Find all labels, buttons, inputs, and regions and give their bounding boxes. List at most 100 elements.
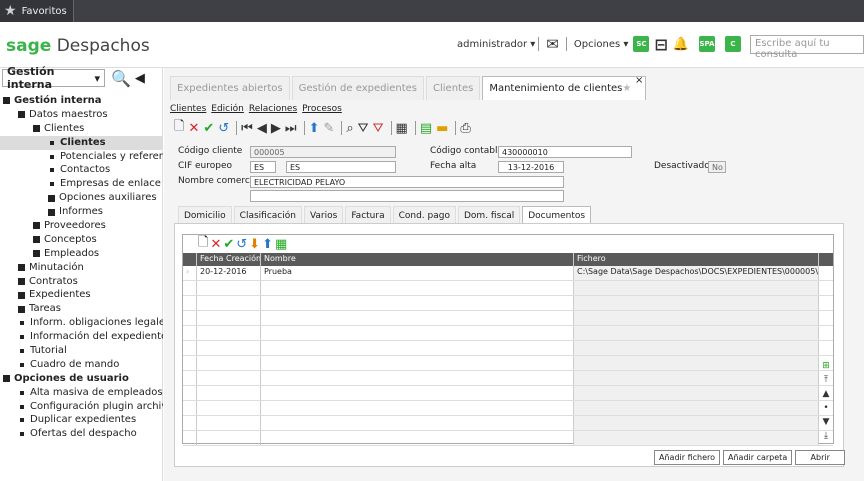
sidebar-item[interactable]: Cuadro de mando	[0, 358, 163, 372]
tab[interactable]: Clientes	[426, 76, 481, 100]
favorites-button[interactable]: ★ Favoritos	[0, 0, 74, 22]
tab[interactable]: Expedientes abiertos	[170, 76, 290, 100]
scroll-dot-icon[interactable]: •	[823, 403, 828, 413]
sidebar-item[interactable]: Potenciales y referencia	[0, 150, 163, 164]
add-row-icon[interactable]: ▤	[420, 121, 432, 136]
empty-row[interactable]	[183, 326, 833, 341]
first-icon[interactable]: ⏮	[241, 121, 253, 136]
cif-country-field[interactable]: ES	[250, 161, 276, 173]
move-up-icon[interactable]: ⬆	[262, 237, 273, 252]
last-icon[interactable]: ⏭	[285, 121, 297, 136]
scroll-down-icon[interactable]: ▼	[823, 417, 830, 427]
nombre-extra-field[interactable]	[250, 190, 564, 202]
document-icon[interactable]: ⊟	[654, 35, 667, 54]
desactivado-field[interactable]: No	[708, 161, 726, 173]
sidebar-item[interactable]: Empleados	[0, 247, 163, 261]
empty-row[interactable]	[183, 431, 833, 446]
menu-item[interactable]: Procesos	[302, 104, 342, 114]
empty-row[interactable]	[183, 296, 833, 311]
menu-item[interactable]: Relaciones	[249, 104, 297, 114]
excel-icon[interactable]: ▦	[275, 237, 287, 252]
module-selector[interactable]: Gestión interna ▾	[2, 65, 105, 91]
edit-icon[interactable]: ✎	[323, 121, 334, 136]
col-fecha[interactable]: Fecha Creación	[197, 253, 261, 266]
delete-doc-icon[interactable]: ✕	[210, 237, 221, 252]
sidebar-item[interactable]: Duplicar expedientes	[0, 413, 163, 427]
folder-icon[interactable]: ▬	[436, 121, 448, 136]
delete-icon[interactable]: ✕	[188, 121, 199, 136]
find-icon[interactable]: ⌕	[346, 121, 353, 136]
new-icon[interactable]: 🗋	[174, 117, 184, 139]
add-file-button[interactable]: Añadir fichero	[654, 450, 721, 465]
empty-row[interactable]	[183, 371, 833, 386]
codigo-contable-field[interactable]: 430000010	[498, 146, 632, 158]
grid-scrollbar[interactable]: ⊞ ⤒ ▲ • ▼ ⤓	[819, 253, 833, 443]
sidebar-item[interactable]: Clientes	[0, 135, 163, 150]
close-icon[interactable]: ×	[635, 75, 643, 86]
move-down-icon[interactable]: ⬇	[249, 237, 260, 252]
sidebar-item[interactable]: Empresas de enlace	[0, 177, 163, 191]
prev-icon[interactable]: ◀	[257, 121, 267, 136]
sidebar-item[interactable]: Tareas	[0, 302, 163, 316]
print-icon[interactable]: ⎙	[460, 121, 470, 136]
sidebar-item[interactable]: Inform. obligaciones legales	[0, 316, 163, 330]
sidebar-item[interactable]: Minutación	[0, 261, 163, 275]
empty-row[interactable]	[183, 416, 833, 431]
tab[interactable]: Mantenimiento de clientes ★ ×	[482, 75, 647, 100]
tab[interactable]: Gestión de expedientes	[291, 76, 425, 100]
empty-row[interactable]	[183, 311, 833, 326]
open-button[interactable]: Abrir	[795, 450, 846, 465]
search-icon[interactable]: 🔍	[111, 69, 131, 88]
new-doc-icon[interactable]: 🗋	[198, 233, 208, 255]
scroll-top-icon[interactable]: ⤒	[824, 375, 828, 385]
collapse-icon[interactable]: ◀	[135, 71, 145, 86]
table-row[interactable]: › 20-12-2016 Prueba C:\Sage Data\Sage De…	[183, 266, 833, 281]
sidebar-item[interactable]: Proveedores	[0, 219, 163, 233]
empty-row[interactable]	[183, 356, 833, 371]
undo-icon[interactable]: ↺	[218, 121, 229, 136]
sidebar-item[interactable]: Opciones de usuario	[0, 372, 163, 386]
next-icon[interactable]: ▶	[271, 121, 281, 136]
clear-filter-icon[interactable]: ⛛	[373, 121, 384, 136]
sidebar-item[interactable]: Informes	[0, 205, 163, 219]
sidebar-item[interactable]: Contactos	[0, 163, 163, 177]
options-menu[interactable]: Opciones ▾	[574, 39, 629, 50]
sidebar-item[interactable]: Información del expediente	[0, 330, 163, 344]
col-nombre[interactable]: Nombre	[261, 253, 574, 266]
grid-icon[interactable]: ▦	[396, 121, 408, 136]
empty-row[interactable]	[183, 386, 833, 401]
fecha-alta-field[interactable]: 13-12-2016	[498, 161, 564, 173]
sidebar-item[interactable]: Opciones auxiliares	[0, 191, 163, 205]
sidebar-item[interactable]: Conceptos	[0, 233, 163, 247]
undo-doc-icon[interactable]: ↺	[236, 237, 247, 252]
scroll-bottom-icon[interactable]: ⤓	[824, 431, 828, 441]
add-folder-button[interactable]: Añadir carpeta	[723, 450, 793, 465]
sidebar-item[interactable]: Clientes	[0, 122, 163, 136]
confirm-doc-icon[interactable]: ✔	[223, 237, 234, 252]
search-input[interactable]: Escribe aquí tu consulta	[750, 34, 864, 60]
pin-icon[interactable]: ★	[622, 83, 631, 94]
codigo-cliente-field[interactable]: 000005	[250, 146, 396, 158]
col-fichero[interactable]: Fichero	[574, 253, 819, 266]
filter-icon[interactable]: ⛛	[358, 121, 369, 136]
empty-row[interactable]	[183, 341, 833, 356]
user-menu[interactable]: administrador ▾	[457, 39, 535, 50]
sidebar-item[interactable]: Alta masiva de empleados	[0, 386, 163, 400]
cif-field[interactable]: ES	[286, 161, 396, 173]
sidebar-item[interactable]: Datos maestros	[0, 108, 163, 122]
sc-badge[interactable]: SC	[633, 36, 650, 52]
sidebar-item[interactable]: Contratos	[0, 275, 163, 289]
menu-item[interactable]: Edición	[211, 104, 244, 114]
c-badge[interactable]: C	[725, 36, 741, 52]
bell-icon[interactable]: 🔔	[673, 37, 689, 52]
sidebar-item[interactable]: Expedientes	[0, 288, 163, 302]
spa-badge[interactable]: SPA	[699, 36, 715, 52]
sidebar-item[interactable]: Gestión interna	[0, 94, 163, 108]
empty-row[interactable]	[183, 401, 833, 416]
sidebar-item[interactable]: Configuración plugin archivado	[0, 400, 163, 414]
confirm-icon[interactable]: ✔	[203, 121, 214, 136]
menu-item[interactable]: Clientes	[170, 104, 206, 114]
export-icon[interactable]: ⊞	[822, 361, 830, 371]
nombre-field[interactable]: ELECTRICIDAD PELAYO	[250, 176, 564, 188]
sidebar-item[interactable]: Tutorial	[0, 344, 163, 358]
